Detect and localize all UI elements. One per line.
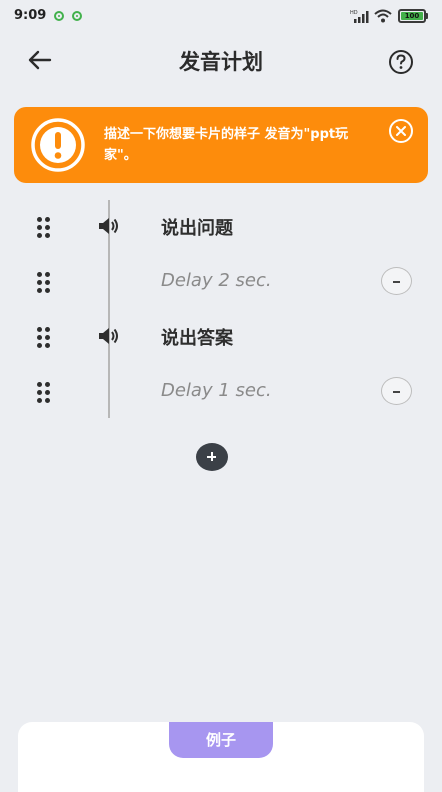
arrow-left-icon — [28, 50, 52, 70]
notice-text: 描述一下你想要卡片的样子 发音为"ppt玩家"。 — [104, 127, 349, 163]
add-step-button[interactable] — [196, 443, 228, 471]
delay-label: Delay 1 sec. — [161, 380, 272, 401]
exclamation-circle-icon — [31, 118, 85, 172]
svg-text:HD: HD — [350, 10, 358, 16]
signal-icon: HD — [350, 10, 369, 23]
notification-dot-icon — [54, 11, 64, 21]
drag-handle-icon[interactable] — [37, 327, 53, 349]
speaker-icon — [99, 328, 118, 344]
notification-dot-icon — [72, 11, 82, 21]
question-circle-icon — [389, 50, 413, 74]
example-tab[interactable]: 例子 — [169, 722, 273, 758]
notice-banner: 描述一下你想要卡片的样子 发音为"ppt玩家"。 — [14, 107, 428, 183]
minus-icon — [393, 281, 400, 283]
screen: 9:09 HD 100 发音计划 描述一下你想要卡片的样子 发音为"ppt玩家"… — [0, 0, 442, 792]
close-circle-icon[interactable] — [388, 118, 414, 144]
back-button[interactable] — [24, 46, 58, 74]
drag-handle-icon[interactable] — [37, 272, 53, 294]
drag-handle-icon[interactable] — [37, 382, 53, 404]
wifi-icon — [374, 9, 392, 23]
step-label: 说出问题 — [161, 218, 233, 239]
drag-handle-icon[interactable] — [37, 217, 53, 239]
step-delay[interactable]: Delay 1 sec. — [0, 368, 442, 414]
delay-label: Delay 2 sec. — [161, 270, 272, 291]
page-title: 发音计划 — [179, 50, 263, 74]
minus-icon — [393, 391, 400, 393]
step-label: 说出答案 — [161, 328, 233, 349]
battery-icon: 100 — [398, 9, 426, 23]
step-speak-question[interactable]: 说出问题 — [0, 203, 442, 249]
speaker-icon — [99, 218, 118, 234]
step-delay[interactable]: Delay 2 sec. — [0, 258, 442, 304]
status-time: 9:09 — [14, 8, 47, 23]
step-speak-answer[interactable]: 说出答案 — [0, 313, 442, 359]
battery-level: 100 — [401, 12, 423, 20]
battery-tip — [426, 13, 428, 19]
remove-delay-button[interactable] — [381, 267, 412, 295]
remove-delay-button[interactable] — [381, 377, 412, 405]
status-bar: 9:09 HD 100 — [0, 0, 442, 34]
help-button[interactable] — [386, 47, 416, 77]
